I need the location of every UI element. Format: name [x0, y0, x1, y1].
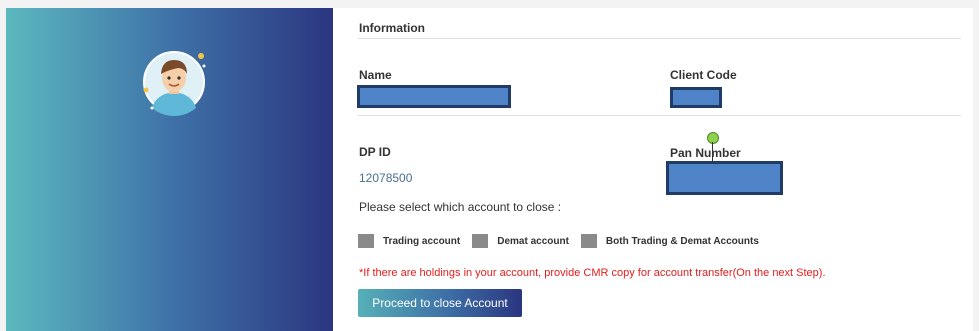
account-options: Trading account Demat account Both Tradi… [358, 234, 771, 248]
cursor-indicator-icon [707, 132, 719, 144]
pan-number-label: Pan Number [670, 146, 741, 160]
holdings-warning: *If there are holdings in your account, … [359, 267, 826, 279]
text-cursor-icon [712, 142, 713, 162]
option-both-accounts[interactable]: Both Trading & Demat Accounts [580, 234, 759, 248]
dp-id-value: 12078500 [359, 171, 413, 185]
name-label: Name [359, 68, 392, 82]
proceed-close-account-button[interactable]: Proceed to close Account [358, 289, 522, 317]
section-title: Information [359, 21, 425, 35]
checkbox[interactable] [358, 234, 374, 248]
option-label: Demat account [497, 235, 569, 247]
dp-id-label: DP ID [359, 145, 391, 159]
account-closure-panel: Information Name Client Code DP ID Pan N… [333, 8, 973, 331]
divider [358, 38, 961, 39]
option-label: Trading account [383, 235, 461, 247]
name-redaction [357, 85, 511, 108]
option-demat-account[interactable]: Demat account [472, 234, 569, 248]
option-label: Both Trading & Demat Accounts [605, 235, 759, 247]
profile-sidebar [6, 8, 333, 331]
divider [358, 115, 961, 116]
client-code-redaction [670, 87, 722, 108]
client-code-label: Client Code [670, 68, 737, 82]
pan-number-redaction [666, 161, 783, 195]
checkbox[interactable] [580, 234, 597, 248]
checkbox[interactable] [472, 234, 489, 248]
user-avatar-icon [143, 51, 206, 116]
option-trading-account[interactable]: Trading account [358, 234, 460, 248]
account-select-prompt: Please select which account to close : [359, 200, 562, 214]
